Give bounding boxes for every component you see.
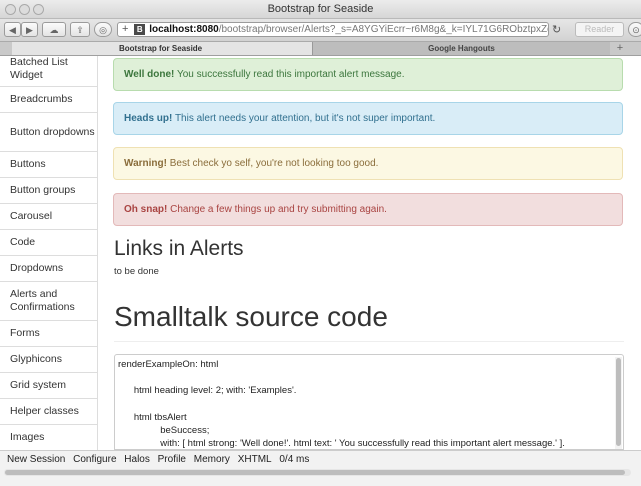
- sidebar-item-forms[interactable]: Forms: [0, 321, 97, 347]
- sidebar-item-label: Button dropdowns: [10, 125, 95, 138]
- alert-success-title: Well done!: [124, 69, 175, 80]
- halos-link[interactable]: Halos: [124, 454, 150, 465]
- sidebar-item-label: Grid system: [10, 379, 67, 391]
- sidebar-item-button-groups[interactable]: Button groups: [0, 178, 97, 204]
- tab-bar: Bootstrap for Seaside Google Hangouts +: [0, 42, 641, 56]
- tab-bootstrap[interactable]: Bootstrap for Seaside: [12, 42, 312, 55]
- alert-success-text: You successfully read this important ale…: [174, 69, 405, 80]
- sidebar-item-alerts-and-confirmations[interactable]: Alerts and Confirmations: [0, 282, 97, 321]
- window-title: Bootstrap for Seaside: [267, 3, 374, 15]
- downloads-button[interactable]: ⊙: [628, 22, 641, 37]
- source-code-text: renderExampleOn: html html heading level…: [118, 359, 565, 450]
- page-horizontal-scrollbar[interactable]: [4, 469, 631, 476]
- new-tab-icon[interactable]: +: [613, 42, 627, 55]
- sidebar-item-glyphicons[interactable]: Glyphicons: [0, 347, 97, 373]
- code-vertical-scrollbar[interactable]: [615, 357, 622, 449]
- sidebar-item-buttons[interactable]: Buttons: [0, 152, 97, 178]
- sidebar-item-label: Forms: [10, 327, 40, 339]
- alert-danger-text: Change a few things up and try submittin…: [167, 204, 387, 215]
- alert-warning-text: Best check yo self, you're not looking t…: [166, 158, 379, 169]
- back-arrow-icon: ◀: [9, 25, 16, 35]
- profile-link[interactable]: Profile: [158, 454, 186, 465]
- code-scroll-thumb[interactable]: [616, 358, 621, 446]
- downloads-icon: ⊙: [632, 25, 640, 35]
- sidebar-item-dropdowns[interactable]: Dropdowns: [0, 256, 97, 282]
- sidebar-item-label: Batched List Widget: [10, 56, 68, 81]
- sidebar-item-label: Helper classes: [10, 405, 79, 417]
- cloud-icon: ☁: [49, 25, 59, 35]
- sidebar: Batched List Widget Breadcrumbs Button d…: [0, 56, 98, 450]
- sidebar-item-carousel[interactable]: Carousel: [0, 204, 97, 230]
- sidebar-item-breadcrumbs[interactable]: Breadcrumbs: [0, 87, 97, 113]
- sidebar-item-label: Images: [10, 431, 45, 443]
- icloud-tabs-button[interactable]: ☁: [42, 22, 66, 37]
- sidebar-item-label: Glyphicons: [10, 353, 62, 365]
- alert-success: Well done! You successfully read this im…: [113, 58, 623, 91]
- section-divider: [114, 341, 624, 342]
- sidebar-item-label: Button groups: [10, 184, 76, 196]
- alert-info-text: This alert needs your attention, but it'…: [172, 113, 436, 124]
- url-host: localhost:8080: [149, 24, 219, 35]
- sidebar-item-label: Code: [10, 236, 36, 248]
- sidebar-item-label: Carousel: [10, 210, 53, 222]
- memory-link[interactable]: Memory: [194, 454, 230, 465]
- reader-button[interactable]: Reader: [575, 22, 624, 37]
- share-button[interactable]: ⇪: [70, 22, 90, 37]
- source-code-heading: Smalltalk source code: [114, 301, 388, 332]
- sidebar-item-images[interactable]: Images: [0, 425, 97, 450]
- page-scroll-thumb[interactable]: [5, 470, 625, 475]
- source-code-box[interactable]: renderExampleOn: html html heading level…: [114, 354, 624, 450]
- alert-info: Heads up! This alert needs your attentio…: [113, 102, 623, 135]
- xhtml-link[interactable]: XHTML: [238, 454, 272, 465]
- sidebar-item-button-dropdowns[interactable]: Button dropdowns: [0, 113, 97, 152]
- sidebar-item-label: Alerts and Confirmations: [10, 288, 75, 313]
- globe-icon: ◎: [99, 25, 107, 35]
- alert-danger: Oh snap! Change a few things up and try …: [113, 193, 623, 226]
- sidebar-item-batched-list-widget[interactable]: Batched List Widget: [0, 56, 97, 87]
- main-content: Well done! You successfully read this im…: [97, 56, 641, 450]
- sidebar-item-label: Breadcrumbs: [10, 93, 73, 105]
- favicon-icon: B: [134, 24, 146, 35]
- url-path: /bootstrap/browser/Alerts?_s=A8YGYiEcrr~…: [218, 24, 549, 35]
- sidebar-item-code[interactable]: Code: [0, 230, 97, 256]
- sidebar-item-grid-system[interactable]: Grid system: [0, 373, 97, 399]
- forward-button[interactable]: ▶: [21, 22, 38, 37]
- back-button[interactable]: ◀: [4, 22, 21, 37]
- reload-icon[interactable]: ↻: [552, 23, 561, 36]
- share-icon: ⇪: [76, 25, 84, 35]
- seaside-toolbar: New Session Configure Halos Profile Memo…: [0, 450, 641, 486]
- configure-link[interactable]: Configure: [73, 454, 116, 465]
- add-bookmark-icon[interactable]: +: [122, 23, 128, 35]
- sidebar-item-helper-classes[interactable]: Helper classes: [0, 399, 97, 425]
- browser-toolbar: ◀ ▶ ☁ ⇪ ◎ + Blocalhost:8080/bootstrap/br…: [0, 19, 641, 42]
- links-in-alerts-heading: Links in Alerts: [114, 237, 244, 260]
- sidebar-item-label: Dropdowns: [10, 262, 64, 274]
- seaside-links: New Session Configure Halos Profile Memo…: [7, 454, 314, 465]
- tab-google-hangouts[interactable]: Google Hangouts: [312, 42, 610, 55]
- top-sites-button[interactable]: ◎: [94, 22, 112, 37]
- window-titlebar: Bootstrap for Seaside: [0, 0, 641, 19]
- render-timing: 0/4 ms: [279, 454, 310, 465]
- alert-warning: Warning! Best check yo self, you're not …: [113, 147, 623, 180]
- alert-warning-title: Warning!: [124, 158, 167, 169]
- alert-danger-title: Oh snap!: [124, 204, 168, 215]
- address-bar[interactable]: + Blocalhost:8080/bootstrap/browser/Aler…: [117, 22, 549, 37]
- new-session-link[interactable]: New Session: [7, 454, 65, 465]
- forward-arrow-icon: ▶: [26, 25, 33, 35]
- links-in-alerts-body: to be done: [114, 266, 159, 277]
- sidebar-item-label: Buttons: [10, 158, 46, 170]
- alert-info-title: Heads up!: [124, 113, 173, 124]
